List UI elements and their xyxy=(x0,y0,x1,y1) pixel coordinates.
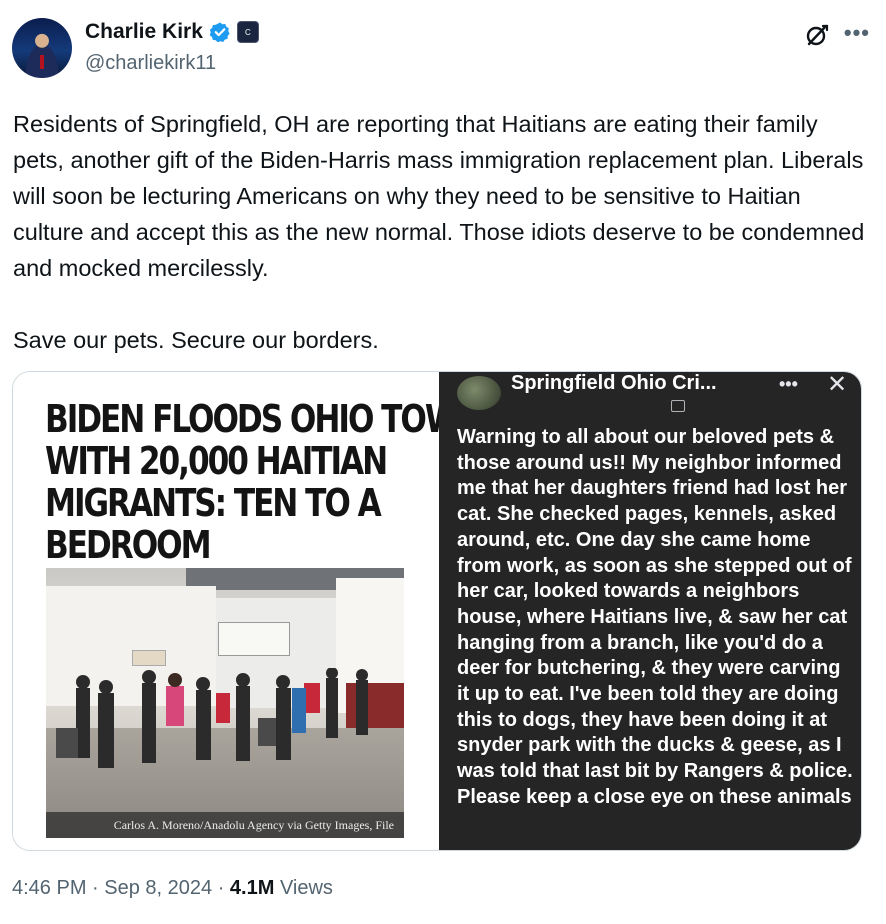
tweet-paragraph: Save our pets. Secure our borders. xyxy=(13,327,379,353)
author-handle[interactable]: @charliekirk11 xyxy=(85,52,216,75)
group-title: Springfield Ohio Cri... xyxy=(511,372,717,394)
verified-badge-icon[interactable] xyxy=(209,21,231,43)
grok-icon[interactable] xyxy=(804,22,830,48)
news-headline-image[interactable]: BIDEN FLOODS OHIO TOWN WITH 20,000 HAITI… xyxy=(13,372,483,850)
headline-line: BIDEN FLOODS OHIO TOWN xyxy=(45,397,483,441)
crowd-figures xyxy=(56,668,368,768)
more-options-icon[interactable]: ••• xyxy=(844,20,870,46)
photo-credit: Carlos A. Moreno/Anadolu Agency via Gett… xyxy=(46,812,404,838)
author-name[interactable]: Charlie Kirk xyxy=(85,20,203,44)
tweet-header: Charlie Kirk C @charliekirk11 ••• xyxy=(12,16,874,80)
headline-line: MIGRANTS: TEN TO A xyxy=(45,481,382,525)
facebook-post-text: Warning to all about our beloved pets & … xyxy=(457,426,853,808)
group-avatar xyxy=(457,376,501,410)
headline-line: WITH 20,000 HAITIAN xyxy=(45,439,388,483)
tweet-date[interactable]: Sep 8, 2024 xyxy=(104,877,212,899)
tweet-meta: 4:46 PM · Sep 8, 2024 · 4.1M Views xyxy=(12,877,333,900)
close-icon: ✕ xyxy=(827,372,848,398)
headline-line: BEDROOM xyxy=(45,523,212,567)
tweet-paragraph: Residents of Springfield, OH are reporti… xyxy=(13,111,865,281)
more-icon: ••• xyxy=(779,374,798,394)
tweet-media[interactable]: BIDEN FLOODS OHIO TOWN WITH 20,000 HAITI… xyxy=(12,371,862,851)
author-name-row: Charlie Kirk C xyxy=(85,20,259,44)
tweet-time[interactable]: 4:46 PM xyxy=(12,877,86,899)
meta-separator: · xyxy=(86,877,105,899)
news-headline: BIDEN FLOODS OHIO TOWN WITH 20,000 HAITI… xyxy=(45,397,483,567)
views-count: 4.1M xyxy=(229,877,275,899)
affiliation-badge-icon[interactable]: C xyxy=(236,21,259,43)
news-photo: Carlos A. Moreno/Anadolu Agency via Gett… xyxy=(46,568,404,838)
views-label: Views xyxy=(274,877,333,899)
tweet-body: Residents of Springfield, OH are reporti… xyxy=(13,106,873,358)
profile-avatar[interactable] xyxy=(12,18,72,78)
group-icon xyxy=(671,400,685,412)
meta-separator: · xyxy=(212,877,230,899)
facebook-post-screenshot[interactable]: Springfield Ohio Cri... ••• ✕ Warning to… xyxy=(439,372,861,850)
